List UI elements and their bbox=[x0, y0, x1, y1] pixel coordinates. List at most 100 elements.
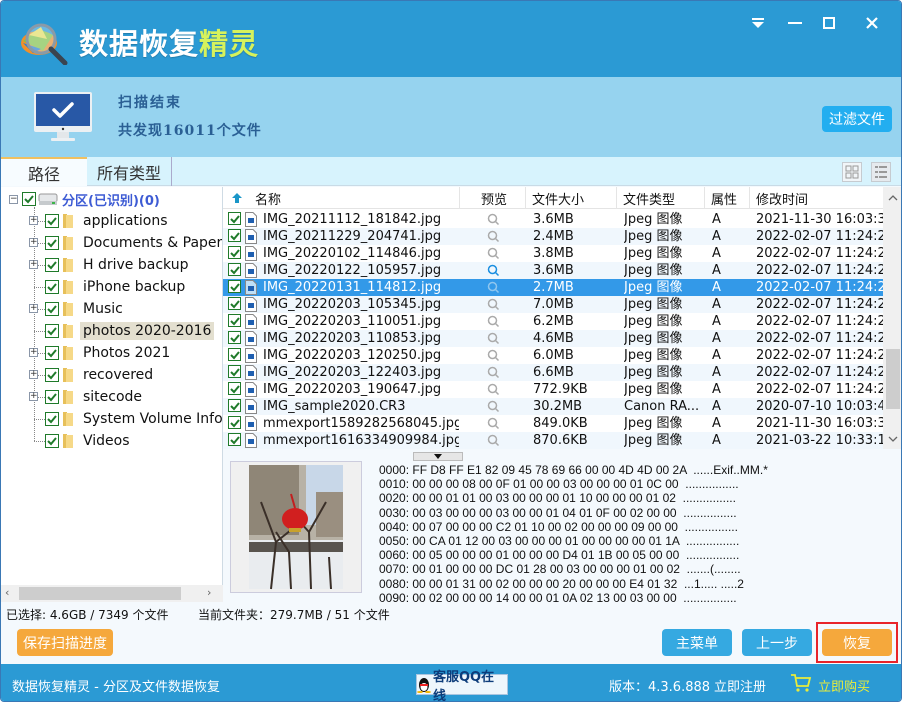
tree-item-checkbox[interactable] bbox=[45, 346, 59, 360]
maximize-button[interactable] bbox=[817, 11, 841, 35]
expand-icon[interactable]: + bbox=[29, 260, 38, 269]
preview-magnifier-icon[interactable] bbox=[487, 315, 500, 328]
preview-magnifier-icon[interactable] bbox=[487, 264, 500, 277]
file-checkbox[interactable] bbox=[228, 212, 241, 225]
pane-splitter-handle[interactable] bbox=[413, 452, 463, 461]
preview-magnifier-icon[interactable] bbox=[487, 332, 500, 345]
close-button[interactable] bbox=[860, 11, 884, 35]
file-checkbox[interactable] bbox=[228, 416, 241, 429]
list-view-button[interactable] bbox=[871, 162, 891, 182]
file-checkbox[interactable] bbox=[228, 246, 241, 259]
file-row[interactable]: IMG_20220203_190647.jpg 772.9KB Jpeg 图像 A 20… bbox=[223, 381, 883, 398]
column-header-preview[interactable]: 预览 bbox=[460, 187, 526, 209]
file-checkbox[interactable] bbox=[228, 348, 241, 361]
file-row[interactable]: IMG_20220102_114846.jpg 3.8MB Jpeg 图像 A 2022… bbox=[223, 245, 883, 262]
preview-magnifier-icon[interactable] bbox=[487, 298, 500, 311]
scroll-right-icon[interactable]: › bbox=[207, 586, 211, 599]
tree-root-partition[interactable]: − 分区(已识别)(0) bbox=[9, 188, 160, 210]
column-header-attr[interactable]: 属性 bbox=[705, 187, 750, 209]
tree-item-checkbox[interactable] bbox=[45, 258, 59, 272]
tree-item[interactable]: System Volume Inform bbox=[45, 408, 222, 430]
tree-root-checkbox[interactable] bbox=[22, 192, 36, 206]
buy-now-link[interactable]: 立即购买 bbox=[818, 676, 870, 695]
tree-item-checkbox[interactable] bbox=[45, 214, 59, 228]
preview-magnifier-icon[interactable] bbox=[487, 417, 500, 430]
expand-icon[interactable]: + bbox=[29, 370, 38, 379]
file-checkbox[interactable] bbox=[228, 365, 241, 378]
tree-item[interactable]: H drive backup bbox=[45, 254, 191, 276]
scroll-left-icon[interactable]: ‹ bbox=[5, 586, 9, 599]
qq-support-button[interactable]: 客服QQ在线 bbox=[416, 670, 508, 701]
tree-item[interactable]: Photos 2021 bbox=[45, 342, 173, 364]
expand-icon[interactable]: + bbox=[29, 348, 38, 357]
preview-magnifier-icon[interactable] bbox=[487, 383, 500, 396]
tree-item-checkbox[interactable] bbox=[45, 280, 59, 294]
tree-item[interactable]: Videos bbox=[45, 430, 133, 452]
file-row[interactable]: IMG_20220203_110853.jpg 4.6MB Jpeg 图像 A 2022… bbox=[223, 330, 883, 347]
tree-horizontal-scrollbar[interactable]: ‹ › bbox=[1, 585, 223, 602]
tree-item-checkbox[interactable] bbox=[45, 368, 59, 382]
collapse-icon[interactable]: − bbox=[9, 194, 18, 204]
preview-magnifier-icon[interactable] bbox=[487, 247, 500, 260]
main-menu-button[interactable]: 主菜单 bbox=[662, 629, 732, 656]
tab-path[interactable]: 路径 bbox=[1, 157, 87, 186]
file-row[interactable]: IMG_20220203_110051.jpg 6.2MB Jpeg 图像 A 2022… bbox=[223, 313, 883, 330]
expand-icon[interactable]: + bbox=[29, 238, 38, 247]
tree-item[interactable]: Music bbox=[45, 298, 126, 320]
tree-item-checkbox[interactable] bbox=[45, 412, 59, 426]
scroll-up-icon[interactable] bbox=[883, 190, 902, 206]
tree-item[interactable]: recovered bbox=[45, 364, 156, 386]
scroll-down-icon[interactable] bbox=[883, 431, 902, 447]
file-checkbox[interactable] bbox=[228, 314, 241, 327]
back-button[interactable]: 上一步 bbox=[742, 629, 812, 656]
column-header-modified[interactable]: 修改时间 bbox=[750, 187, 883, 209]
column-header-size[interactable]: 文件大小 bbox=[526, 187, 617, 209]
preview-magnifier-icon[interactable] bbox=[487, 434, 500, 447]
file-row[interactable]: IMG_20211112_181842.jpg 3.6MB Jpeg 图像 A 2021… bbox=[223, 211, 883, 228]
tree-item[interactable]: iPhone backup bbox=[45, 276, 188, 298]
file-checkbox[interactable] bbox=[228, 399, 241, 412]
preview-magnifier-icon[interactable] bbox=[487, 349, 500, 362]
file-row[interactable]: IMG_20220203_122403.jpg 6.6MB Jpeg 图像 A 2022… bbox=[223, 364, 883, 381]
file-row[interactable]: IMG_20220203_120250.jpg 6.0MB Jpeg 图像 A 2022… bbox=[223, 347, 883, 364]
file-checkbox[interactable] bbox=[228, 433, 241, 446]
file-checkbox[interactable] bbox=[228, 331, 241, 344]
preview-magnifier-icon[interactable] bbox=[487, 366, 500, 379]
table-scroll-thumb[interactable] bbox=[886, 349, 900, 409]
file-row[interactable]: mmexport1616334909984.jpg 870.6KB Jpeg 图像 A… bbox=[223, 432, 883, 449]
register-link[interactable]: 立即注册 bbox=[714, 676, 766, 695]
tab-all-types[interactable]: 所有类型 bbox=[87, 157, 172, 186]
file-checkbox[interactable] bbox=[228, 263, 241, 276]
file-checkbox[interactable] bbox=[228, 382, 241, 395]
recover-button[interactable]: 恢复 bbox=[822, 629, 892, 656]
file-row[interactable]: IMG_20220203_105345.jpg 7.0MB Jpeg 图像 A 2022… bbox=[223, 296, 883, 313]
tree-item[interactable]: sitecode bbox=[45, 386, 145, 408]
filter-files-button[interactable]: 过滤文件 bbox=[822, 106, 892, 132]
table-vertical-scrollbar[interactable] bbox=[883, 187, 902, 449]
tree-scroll-thumb[interactable] bbox=[19, 587, 181, 600]
preview-magnifier-icon[interactable] bbox=[487, 213, 500, 226]
thumbnail-view-button[interactable] bbox=[842, 162, 862, 182]
minimize-button[interactable] bbox=[783, 11, 807, 35]
column-header-name[interactable]: 名称 bbox=[223, 187, 460, 209]
tree-item-checkbox[interactable] bbox=[45, 302, 59, 316]
file-checkbox[interactable] bbox=[228, 280, 241, 293]
preview-magnifier-icon[interactable] bbox=[487, 230, 500, 243]
tree-item[interactable]: photos 2020-2016 bbox=[45, 320, 215, 342]
tree-item[interactable]: applications bbox=[45, 210, 171, 232]
preview-magnifier-icon[interactable] bbox=[487, 400, 500, 413]
file-checkbox[interactable] bbox=[228, 297, 241, 310]
shopping-cart-icon[interactable] bbox=[790, 673, 812, 693]
tree-item-checkbox[interactable] bbox=[45, 236, 59, 250]
preview-magnifier-icon[interactable] bbox=[487, 281, 500, 294]
menu-dropdown-button[interactable] bbox=[746, 11, 770, 35]
save-scan-progress-button[interactable]: 保存扫描进度 bbox=[17, 629, 113, 656]
column-header-type[interactable]: 文件类型 bbox=[617, 187, 705, 209]
file-row[interactable]: IMG_20220122_105957.jpg 3.6MB Jpeg 图像 A 2022… bbox=[223, 262, 883, 279]
expand-icon[interactable]: + bbox=[29, 304, 38, 313]
file-checkbox[interactable] bbox=[228, 229, 241, 242]
up-arrow-icon[interactable] bbox=[231, 192, 243, 204]
tree-item-checkbox[interactable] bbox=[45, 324, 59, 338]
tree-item[interactable]: Documents & Papers bbox=[45, 232, 222, 254]
tree-item-checkbox[interactable] bbox=[45, 390, 59, 404]
